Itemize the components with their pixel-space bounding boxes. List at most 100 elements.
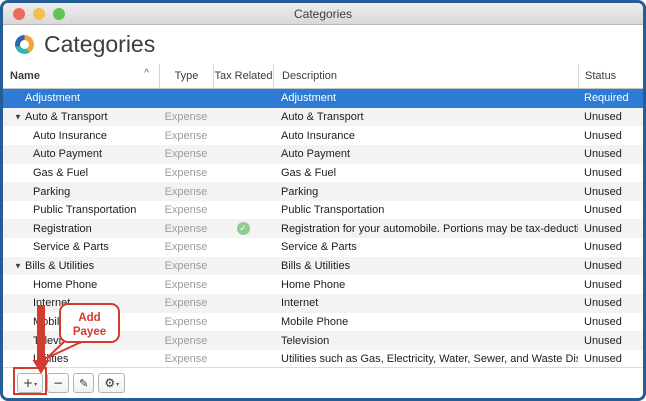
- table-row[interactable]: Public Transportation Expense Public Tra…: [3, 201, 643, 220]
- row-type: Expense: [165, 223, 208, 235]
- table-row[interactable]: Television Expense Television Unused: [3, 331, 643, 350]
- row-status: Unused: [584, 353, 622, 365]
- row-description: Internet: [281, 297, 318, 309]
- row-type: Expense: [165, 148, 208, 160]
- column-header-status[interactable]: Status: [578, 64, 643, 88]
- row-name: Auto & Transport: [25, 111, 108, 123]
- close-button[interactable]: [13, 8, 25, 20]
- column-header-tax-related[interactable]: Tax Related: [213, 64, 273, 88]
- row-type: Expense: [165, 204, 208, 216]
- row-type: Expense: [165, 279, 208, 291]
- row-status: Unused: [584, 260, 622, 272]
- add-button[interactable]: + ▾: [17, 373, 43, 393]
- row-type: Expense: [165, 111, 208, 123]
- table-row[interactable]: ▼ Auto & Transport Expense Auto & Transp…: [3, 108, 643, 127]
- row-status: Unused: [584, 316, 622, 328]
- row-status: Unused: [584, 223, 622, 235]
- row-name: Home Phone: [33, 279, 97, 291]
- table-row[interactable]: Home Phone Expense Home Phone Unused: [3, 275, 643, 294]
- row-type: Expense: [165, 186, 208, 198]
- row-type: Expense: [165, 241, 208, 253]
- row-name: Public Transportation: [33, 204, 136, 216]
- row-description: Auto Payment: [281, 148, 350, 160]
- minimize-button[interactable]: [33, 8, 45, 20]
- row-name: Parking: [33, 186, 70, 198]
- row-description: Public Transportation: [281, 204, 384, 216]
- table-row[interactable]: Utilities Expense Utilities such as Gas,…: [3, 350, 643, 369]
- row-description: Gas & Fuel: [281, 167, 336, 179]
- column-header-description[interactable]: Description: [273, 64, 578, 88]
- row-status: Unused: [584, 241, 622, 253]
- table-row[interactable]: ▼ Bills & Utilities Expense Bills & Util…: [3, 257, 643, 276]
- table-row[interactable]: Parking Expense Parking Unused: [3, 182, 643, 201]
- table-row[interactable]: Auto Payment Expense Auto Payment Unused: [3, 145, 643, 164]
- row-name: Internet: [33, 297, 70, 309]
- row-description: Adjustment: [281, 92, 336, 104]
- categories-window: Categories Categories Name ^ Type Tax Re…: [0, 0, 646, 401]
- plus-icon: +: [23, 377, 33, 389]
- row-name: Registration: [33, 223, 92, 235]
- row-description: Television: [281, 335, 329, 347]
- row-description: Mobile Phone: [281, 316, 348, 328]
- disclosure-triangle-icon[interactable]: ▼: [14, 262, 22, 271]
- row-description: Service & Parts: [281, 241, 357, 253]
- row-type: Expense: [165, 316, 208, 328]
- row-type: Expense: [165, 335, 208, 347]
- row-status: Unused: [584, 148, 622, 160]
- column-header-type[interactable]: Type: [159, 64, 213, 88]
- minus-icon: −: [53, 377, 63, 389]
- row-status: Unused: [584, 297, 622, 309]
- row-status: Required: [584, 92, 629, 104]
- row-name: Auto Insurance: [33, 130, 107, 142]
- pencil-icon: ✎: [79, 378, 88, 389]
- gear-icon: ⚙: [104, 377, 115, 389]
- row-status: Unused: [584, 111, 622, 123]
- table-header: Name ^ Type Tax Related Description Stat…: [3, 64, 643, 89]
- remove-button[interactable]: −: [47, 373, 69, 393]
- row-status: Unused: [584, 279, 622, 291]
- table-row[interactable]: Auto Insurance Expense Auto Insurance Un…: [3, 126, 643, 145]
- table-row[interactable]: Mobile Phone Expense Mobile Phone Unused: [3, 313, 643, 332]
- row-type: Expense: [165, 167, 208, 179]
- chevron-down-icon: ▾: [34, 381, 37, 388]
- row-status: Unused: [584, 167, 622, 179]
- row-name: Service & Parts: [33, 241, 109, 253]
- row-status: Unused: [584, 130, 622, 142]
- row-status: Unused: [584, 204, 622, 216]
- row-status: Unused: [584, 186, 622, 198]
- row-description: Auto Insurance: [281, 130, 355, 142]
- row-description: Utilities such as Gas, Electricity, Wate…: [281, 353, 578, 365]
- row-type: Expense: [165, 353, 208, 365]
- row-description: Registration for your automobile. Portio…: [281, 223, 578, 235]
- row-status: Unused: [584, 335, 622, 347]
- row-name: Television: [33, 335, 81, 347]
- actions-button[interactable]: ⚙ ▾: [98, 373, 125, 393]
- column-header-name[interactable]: Name ^: [3, 64, 159, 88]
- table-row[interactable]: Gas & Fuel Expense Gas & Fuel Unused: [3, 164, 643, 183]
- row-name: Gas & Fuel: [33, 167, 88, 179]
- table-row[interactable]: Service & Parts Expense Service & Parts …: [3, 238, 643, 257]
- table-row[interactable]: Adjustment Adjustment Required: [3, 89, 643, 108]
- sort-ascending-icon: ^: [144, 68, 149, 79]
- table-row[interactable]: Internet Expense Internet Unused: [3, 294, 643, 313]
- zoom-button[interactable]: [53, 8, 65, 20]
- tax-check-icon: ✓: [237, 222, 250, 235]
- traffic-lights: [13, 3, 65, 24]
- chevron-down-icon: ▾: [116, 381, 119, 388]
- donut-chart-icon: [15, 35, 34, 54]
- row-type: Expense: [165, 260, 208, 272]
- disclosure-triangle-icon[interactable]: ▼: [14, 112, 22, 121]
- page-title: Categories: [44, 31, 155, 58]
- window-title: Categories: [294, 7, 352, 21]
- app-header: Categories: [3, 25, 643, 64]
- row-name: Adjustment: [25, 92, 80, 104]
- row-description: Auto & Transport: [281, 111, 364, 123]
- table-row[interactable]: Registration Expense ✓ Registration for …: [3, 219, 643, 238]
- row-name: Utilities: [33, 353, 68, 365]
- row-description: Home Phone: [281, 279, 345, 291]
- row-type: Expense: [165, 130, 208, 142]
- row-name: Auto Payment: [33, 148, 102, 160]
- row-name: Mobile Phone: [33, 316, 100, 328]
- row-type: Expense: [165, 297, 208, 309]
- edit-button[interactable]: ✎: [73, 373, 94, 393]
